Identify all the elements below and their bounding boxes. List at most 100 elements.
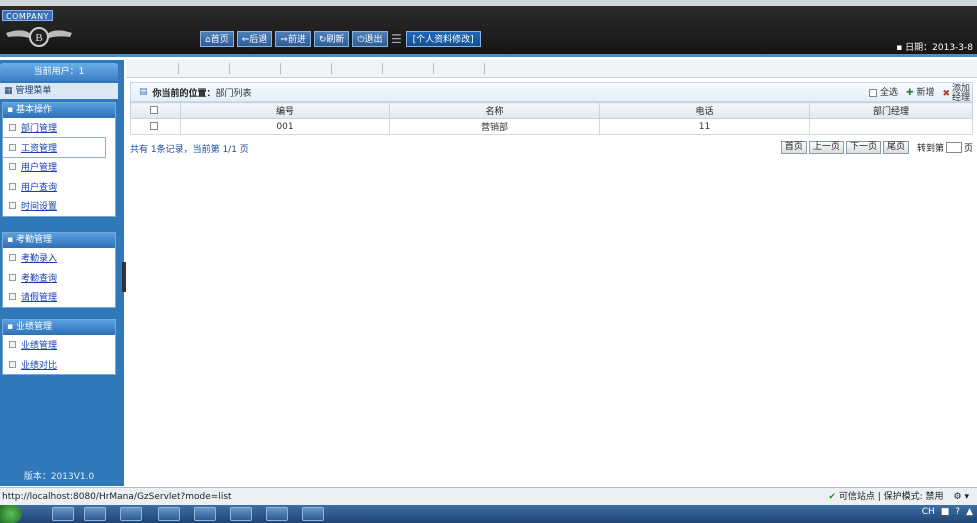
sidebar-item-attendance-entry[interactable]: 考勤录入	[3, 248, 115, 268]
table-header-row: 编号 名称 电话 部门经理	[130, 102, 973, 119]
network-icon[interactable]: ▲	[966, 507, 973, 517]
page-suffix-label: 页	[963, 144, 973, 154]
next-page-button[interactable]: 下一页	[845, 141, 881, 154]
sidebar-item-performance-compare[interactable]: 业绩对比	[3, 355, 115, 375]
column-header-id: 编号	[180, 102, 390, 119]
checkbox-icon	[150, 122, 158, 130]
cell-name: 营销部	[389, 118, 600, 135]
settings-taskbar-icon[interactable]	[158, 507, 180, 521]
bullet-icon	[9, 273, 16, 281]
bullet-icon	[9, 163, 16, 171]
forward-button[interactable]: ⇒前进	[275, 31, 311, 47]
language-indicator[interactable]: CH	[922, 507, 935, 517]
status-right: ✔ 可信站点 | 保护模式: 禁用 ⚙ ▾	[828, 488, 977, 506]
status-url: http://localhost:8080/HrMana/GzServlet?m…	[2, 492, 232, 502]
page-number-input[interactable]	[945, 142, 962, 153]
help-icon[interactable]: ?	[955, 507, 960, 517]
top-nav: ⌂首页 ⇐后退 ⇒前进 ↻刷新 ⏻退出 ☰ [个人资料修改]	[200, 31, 481, 47]
version-label: 版本：2013V1.0	[23, 472, 95, 482]
pager-controls: 首页 上一页 下一页 尾页 转到第 页	[780, 141, 973, 154]
main-content: ▤ 你当前的位置： 部门列表 全选 ✚ 新增 ✖ 添加经理 编号 名称 电话 部门…	[126, 60, 977, 486]
trusted-site-status: ✔ 可信站点 | 保护模式: 禁用	[828, 492, 944, 502]
column-header-manager: 部门经理	[809, 102, 973, 119]
explorer-taskbar-icon[interactable]	[84, 507, 106, 521]
sidebar-item-attendance-query[interactable]: 考勤查询	[3, 268, 115, 288]
back-button[interactable]: ⇐后退	[236, 31, 273, 47]
grid-icon: ▦	[4, 86, 13, 96]
bullet-icon	[9, 182, 16, 190]
sidebar-item-leave[interactable]: 请假管理	[3, 287, 115, 307]
app2-taskbar-icon[interactable]	[194, 507, 216, 521]
group-performance-title[interactable]: ▪ 业绩管理	[3, 320, 115, 335]
logout-button[interactable]: ⏻退出	[352, 31, 388, 47]
zoom-icon[interactable]: ⚙ ▾	[954, 488, 969, 506]
sidebar-item-time[interactable]: 时间设置	[3, 196, 115, 216]
current-user-bar: 当前用户：1	[0, 63, 118, 81]
goto-label: 转到第	[916, 144, 944, 154]
pager: 共有 1条记录，当前第 1/1 页 首页 上一页 下一页 尾页 转到第 页	[130, 139, 973, 157]
bentley-logo-icon: B	[6, 27, 72, 47]
start-button[interactable]	[0, 505, 22, 523]
checkbox-icon	[869, 88, 877, 97]
sidebar-item-dept[interactable]: 部门管理	[3, 118, 115, 138]
first-page-button[interactable]: 首页	[780, 141, 807, 154]
column-header-phone: 电话	[599, 102, 810, 119]
column-header-name: 名称	[389, 102, 600, 119]
browser-status-bar: http://localhost:8080/HrMana/GzServlet?m…	[0, 487, 977, 505]
profile-edit-button[interactable]: [个人资料修改]	[405, 31, 481, 47]
header-banner: COMPANY B ⌂首页 ⇐后退 ⇒前进 ↻刷新 ⏻退出 ☰ [个人资料修改]…	[0, 6, 977, 57]
tab-strip	[126, 60, 977, 78]
ie-taskbar-icon[interactable]	[52, 507, 74, 521]
svg-text:B: B	[35, 32, 42, 44]
row-checkbox[interactable]	[130, 118, 181, 135]
bullet-icon	[9, 143, 16, 151]
prev-page-button[interactable]: 上一页	[808, 141, 844, 154]
list-icon: ▤	[139, 87, 148, 97]
add-manager-button[interactable]: ✖ 添加经理	[942, 85, 972, 103]
group-basic: ▪ 基本操作 部门管理 工资管理 用户管理 用户查询 时间设置	[2, 102, 116, 217]
date-display: ▪ 日期：2013-3-8	[896, 43, 973, 53]
taskbar: CH ■ ? ▲	[0, 505, 977, 523]
tray-app-icon[interactable]: ■	[941, 507, 950, 517]
table-row[interactable]: 001 营销部 11	[130, 118, 973, 135]
sidebar-item-performance[interactable]: 业绩管理	[3, 335, 115, 355]
group-performance: ▪ 业绩管理 业绩管理 业绩对比	[2, 319, 116, 375]
sidebar-item-salary[interactable]: 工资管理	[2, 136, 106, 158]
header-checkbox[interactable]	[130, 102, 181, 119]
system-tray: CH ■ ? ▲	[922, 507, 973, 517]
sidebar-item-users[interactable]: 用户管理	[3, 157, 115, 177]
sidebar-item-user-query[interactable]: 用户查询	[3, 177, 115, 197]
delete-icon: ✖	[942, 89, 950, 99]
app3-taskbar-icon[interactable]	[230, 507, 252, 521]
app4-taskbar-icon[interactable]	[266, 507, 288, 521]
select-all-button[interactable]: 全选	[869, 85, 898, 103]
check-icon: ✔	[828, 492, 837, 502]
checkbox-icon	[150, 106, 158, 114]
department-table: 编号 名称 电话 部门经理 001 营销部 11	[130, 102, 973, 135]
bullet-icon	[9, 254, 16, 262]
home-button[interactable]: ⌂首页	[200, 31, 234, 47]
cell-phone: 11	[599, 118, 810, 135]
group-basic-title[interactable]: ▪ 基本操作	[3, 103, 115, 118]
last-page-button[interactable]: 尾页	[882, 141, 909, 154]
sidebar: 当前用户：1 ▦ 管理菜单 ▪ 基本操作 部门管理 工资管理 用户管理 用户查询…	[0, 60, 124, 486]
bullet-icon	[9, 124, 16, 132]
new-button[interactable]: ✚ 新增	[906, 85, 934, 103]
bullet-icon	[9, 360, 16, 368]
company-label: COMPANY	[2, 10, 53, 21]
app-taskbar-icon[interactable]	[120, 507, 142, 521]
menu-title: ▦ 管理菜单	[0, 83, 118, 99]
bullet-icon	[9, 293, 16, 301]
bullet-icon	[9, 202, 16, 210]
location-bar: ▤ 你当前的位置： 部门列表 全选 ✚ 新增 ✖ 添加经理	[130, 82, 973, 103]
menu-lines-icon: ☰	[391, 32, 402, 46]
bullet-icon	[9, 341, 16, 349]
pager-summary: 共有 1条记录，当前第 1/1 页	[130, 144, 249, 155]
refresh-button[interactable]: ↻刷新	[313, 31, 350, 47]
forward-arrow-icon: ⇒	[280, 35, 288, 45]
add-icon: ✚	[906, 88, 914, 98]
ie-active-taskbar-icon[interactable]	[302, 507, 324, 521]
group-attendance-title[interactable]: ▪ 考勤管理	[3, 233, 115, 248]
toolbar: 全选 ✚ 新增 ✖ 添加经理	[869, 85, 972, 103]
cell-id: 001	[180, 118, 390, 135]
